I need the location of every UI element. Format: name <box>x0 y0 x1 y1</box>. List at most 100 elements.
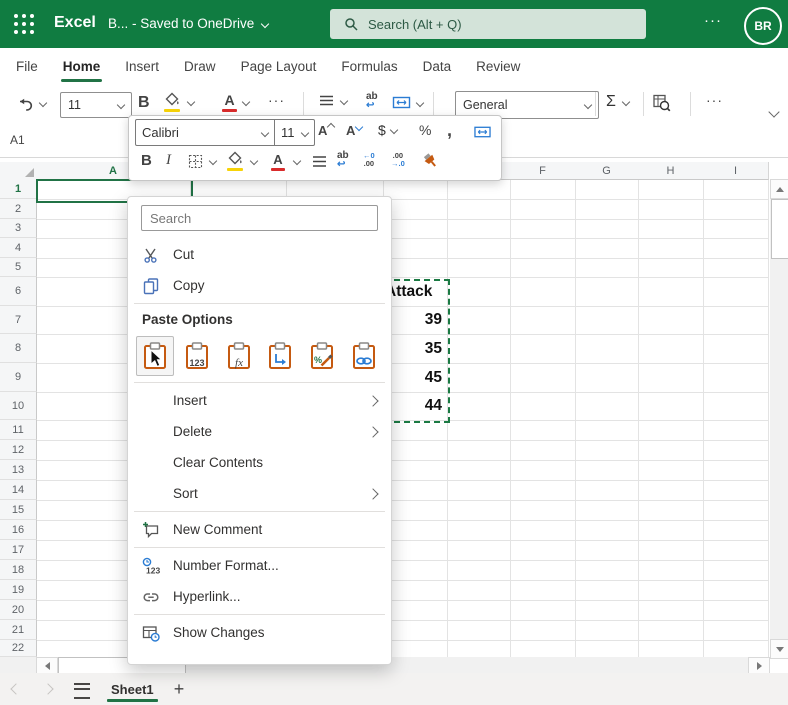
column-header-I[interactable]: I <box>703 162 769 180</box>
mini-align-button[interactable] <box>311 154 328 169</box>
scroll-up-button[interactable] <box>770 179 788 199</box>
fill-color-button[interactable] <box>164 92 194 112</box>
paste-formulas-button[interactable]: fx <box>220 336 258 376</box>
paste-values-button[interactable]: 123 <box>178 336 216 376</box>
align-button[interactable] <box>318 92 347 109</box>
next-sheet-button[interactable] <box>42 683 53 694</box>
undo-button[interactable] <box>16 94 46 112</box>
vertical-scrollbar-thumb[interactable] <box>771 199 788 259</box>
menu-item-delete[interactable]: Delete <box>128 416 391 447</box>
row-header-4[interactable]: 4 <box>0 238 37 258</box>
bold-button[interactable]: B <box>138 94 150 112</box>
menu-item-sort[interactable]: Sort <box>128 478 391 509</box>
paste-link-button[interactable] <box>345 336 383 376</box>
autosum-button[interactable]: Σ <box>606 93 629 111</box>
row-header-21[interactable]: 21 <box>0 620 37 640</box>
column-header-F[interactable]: F <box>510 162 576 180</box>
tab-draw[interactable]: Draw <box>184 59 216 74</box>
app-launcher-button[interactable] <box>14 14 35 35</box>
menu-search-input[interactable] <box>141 205 378 231</box>
row-header-9[interactable]: 9 <box>0 363 37 392</box>
row-header-15[interactable]: 15 <box>0 500 37 520</box>
row-header-6[interactable]: 6 <box>0 277 37 306</box>
menu-item-new-comment[interactable]: New Comment <box>128 514 391 545</box>
scroll-down-button[interactable] <box>770 639 788 659</box>
row-header-1[interactable]: 1 <box>0 179 37 199</box>
row-header-3[interactable]: 3 <box>0 219 37 238</box>
chevron-down-icon[interactable] <box>250 157 258 165</box>
menu-item-cut[interactable]: Cut <box>128 239 391 270</box>
more-toolbar-options-button[interactable]: ··· <box>706 92 723 108</box>
search-input[interactable]: Search (Alt + Q) <box>330 9 646 39</box>
mini-wrap-text-button[interactable]: ab↩ <box>337 151 349 169</box>
row-header-18[interactable]: 18 <box>0 560 37 580</box>
menu-item-show-changes[interactable]: Show Changes <box>128 617 391 648</box>
borders-button[interactable] <box>187 153 204 170</box>
row-header-14[interactable]: 14 <box>0 480 37 500</box>
add-sheet-button[interactable]: + <box>168 677 190 701</box>
tab-insert[interactable]: Insert <box>125 59 159 74</box>
collapse-ribbon-button[interactable] <box>768 106 779 117</box>
mini-bold-button[interactable]: B <box>141 152 152 169</box>
row-header-11[interactable]: 11 <box>0 420 37 440</box>
column-header-G[interactable]: G <box>575 162 639 180</box>
row-header-17[interactable]: 17 <box>0 540 37 560</box>
merge-cells-button[interactable] <box>392 94 423 111</box>
row-header-2[interactable]: 2 <box>0 199 37 219</box>
chevron-down-icon <box>261 19 269 27</box>
header-more-options-button[interactable]: ··· <box>704 12 722 29</box>
row-header-13[interactable]: 13 <box>0 460 37 480</box>
tab-formulas[interactable]: Formulas <box>341 59 397 74</box>
sheet-tab-sheet1[interactable]: Sheet1 <box>105 673 160 705</box>
comma-style-button[interactable]: , <box>447 120 452 141</box>
menu-item-number-format[interactable]: 123 Number Format... <box>128 550 391 581</box>
decrease-decimal-button[interactable]: .00 →.0 <box>391 152 405 168</box>
menu-item-clear-contents[interactable]: Clear Contents <box>128 447 391 478</box>
all-sheets-button[interactable] <box>74 683 90 699</box>
accounting-format-button[interactable]: $ <box>378 122 397 138</box>
row-header-19[interactable]: 19 <box>0 580 37 600</box>
mini-fill-color-button[interactable] <box>227 151 244 171</box>
mini-font-color-button[interactable]: A <box>271 151 285 171</box>
row-header-12[interactable]: 12 <box>0 440 37 460</box>
account-avatar[interactable]: BR <box>744 7 782 45</box>
mini-merge-cells-button[interactable] <box>473 124 492 140</box>
font-color-button[interactable]: A <box>222 92 249 112</box>
row-header-20[interactable]: 20 <box>0 600 37 620</box>
wrap-text-button[interactable]: ab↩ <box>366 92 378 110</box>
tab-file[interactable]: File <box>16 59 38 74</box>
column-header-H[interactable]: H <box>638 162 704 180</box>
mini-font-name-select[interactable]: Calibri <box>136 120 275 145</box>
chevron-down-icon[interactable] <box>293 157 301 165</box>
tab-review[interactable]: Review <box>476 59 520 74</box>
decrease-font-size-button[interactable]: A <box>346 123 362 138</box>
find-button[interactable] <box>652 93 672 113</box>
row-header-5[interactable]: 5 <box>0 258 37 277</box>
tab-data[interactable]: Data <box>423 59 452 74</box>
row-header-7[interactable]: 7 <box>0 306 37 334</box>
row-header-22[interactable]: 22 <box>0 640 37 657</box>
more-font-options-button[interactable]: ··· <box>268 92 285 108</box>
tab-page-layout[interactable]: Page Layout <box>241 59 317 74</box>
menu-item-insert[interactable]: Insert <box>128 385 391 416</box>
row-header-8[interactable]: 8 <box>0 334 37 363</box>
row-header-16[interactable]: 16 <box>0 520 37 540</box>
cut-icon <box>142 246 160 264</box>
mini-italic-button[interactable]: I <box>166 152 171 169</box>
percent-style-button[interactable]: % <box>419 122 431 138</box>
menu-item-copy[interactable]: Copy <box>128 270 391 301</box>
increase-font-size-button[interactable]: A <box>318 123 334 138</box>
tab-home[interactable]: Home <box>63 59 101 74</box>
increase-decimal-button[interactable]: ←0 .00 <box>363 152 375 168</box>
font-size-select[interactable]: 11 <box>60 92 132 118</box>
row-header-10[interactable]: 10 <box>0 392 37 420</box>
paste-transpose-button[interactable] <box>261 336 299 376</box>
mini-font-size-select[interactable]: 11 <box>275 120 314 145</box>
paste-formatting-button[interactable]: % <box>303 336 341 376</box>
chevron-down-icon[interactable] <box>209 157 217 165</box>
format-painter-button[interactable] <box>421 151 441 171</box>
document-title-button[interactable]: B... - Saved to OneDrive <box>108 16 268 31</box>
previous-sheet-button[interactable] <box>10 683 21 694</box>
menu-item-hyperlink[interactable]: Hyperlink... <box>128 581 391 612</box>
select-all-button[interactable] <box>0 162 37 180</box>
